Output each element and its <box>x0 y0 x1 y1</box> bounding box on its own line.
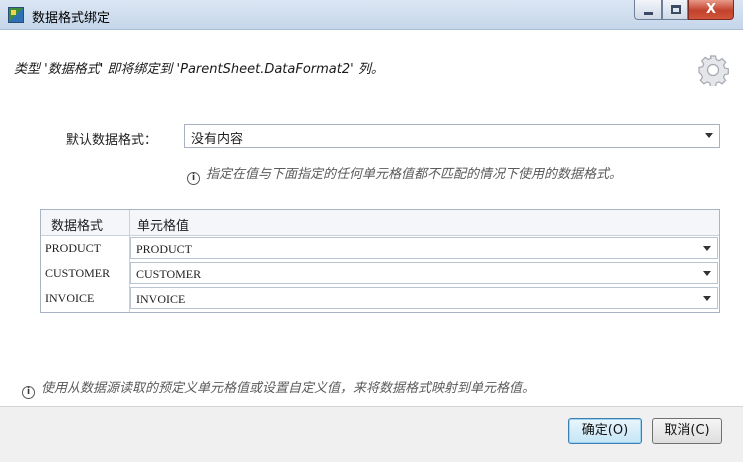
default-format-hint-text: 指定在值与下面指定的任何单元格值都不匹配的情况下使用的数据格式。 <box>206 167 623 182</box>
chevron-down-icon <box>705 133 713 138</box>
window-title: 数据格式绑定 <box>32 11 111 26</box>
binding-message: 类型 '数据格式' 即将绑定到 'ParentSheet.DataFormat2… <box>14 62 384 77</box>
mapping-hint-text: 使用从数据源读取的预定义单元格值或设置自定义值，来将数据格式映射到单元格值。 <box>41 381 536 396</box>
title-bar: 数据格式绑定 X <box>0 0 743 30</box>
mapping-grid: 数据格式 单元格值 PRODUCT PRODUCT CUSTOMER CUSTO… <box>40 209 720 313</box>
table-row: INVOICE INVOICE <box>41 286 719 310</box>
grid-header: 数据格式 单元格值 <box>41 210 719 236</box>
column-header-cell-value: 单元格值 <box>137 219 190 234</box>
info-icon: i <box>22 386 35 399</box>
row-key: INVOICE <box>45 291 95 305</box>
info-icon: i <box>187 172 200 185</box>
chevron-down-icon <box>703 271 711 276</box>
chevron-down-icon <box>703 296 711 301</box>
default-format-hint: i 指定在值与下面指定的任何单元格值都不匹配的情况下使用的数据格式。 <box>187 163 622 185</box>
maximize-button[interactable] <box>662 0 688 20</box>
row-key: CUSTOMER <box>45 266 111 280</box>
cell-value-select[interactable]: PRODUCT <box>130 237 718 259</box>
default-format-value: 没有内容 <box>191 132 244 147</box>
table-row: PRODUCT PRODUCT <box>41 236 719 260</box>
ok-button[interactable]: 确定(O) <box>568 418 642 444</box>
close-icon: X <box>705 2 717 17</box>
default-format-label: 默认数据格式： <box>66 133 158 148</box>
cell-value-select[interactable]: INVOICE <box>130 287 718 309</box>
cell-value-select[interactable]: CUSTOMER <box>130 262 718 284</box>
app-icon <box>8 7 24 23</box>
close-button[interactable]: X <box>688 0 734 20</box>
mapping-hint: i 使用从数据源读取的预定义单元格值或设置自定义值，来将数据格式映射到单元格值。 <box>22 377 535 399</box>
minimize-button[interactable] <box>634 0 662 20</box>
cell-value-text: CUSTOMER <box>136 267 202 281</box>
column-header-format: 数据格式 <box>51 219 104 234</box>
chevron-down-icon <box>703 246 711 251</box>
gear-icon <box>698 55 729 86</box>
cell-value-text: PRODUCT <box>136 242 193 256</box>
default-format-select[interactable]: 没有内容 <box>184 124 720 148</box>
minimize-icon <box>644 12 653 15</box>
cancel-button[interactable]: 取消(C) <box>652 418 722 444</box>
row-key: PRODUCT <box>45 241 102 255</box>
maximize-icon <box>671 5 681 14</box>
table-row: CUSTOMER CUSTOMER <box>41 261 719 285</box>
cell-value-text: INVOICE <box>136 292 186 306</box>
